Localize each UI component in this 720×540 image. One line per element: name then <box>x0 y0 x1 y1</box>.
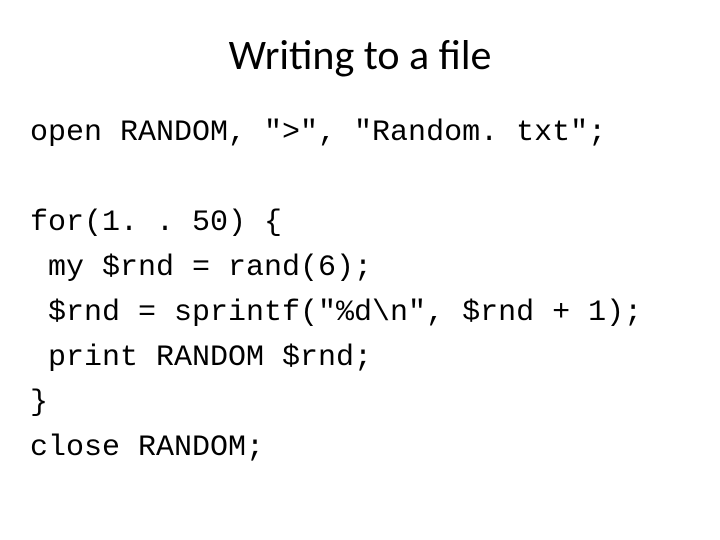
code-line: my $rnd = rand(6); <box>30 251 372 285</box>
slide: Writing to a file open RANDOM, ">", "Ran… <box>0 0 720 540</box>
code-line: } <box>30 386 48 420</box>
slide-title: Writing to a file <box>30 30 690 81</box>
code-line: close RANDOM; <box>30 431 264 465</box>
code-block: open RANDOM, ">", "Random. txt"; for(1. … <box>30 111 690 471</box>
code-line: $rnd = sprintf("%d\n", $rnd + 1); <box>30 296 642 330</box>
code-line: for(1. . 50) { <box>30 206 282 240</box>
code-line: print RANDOM $rnd; <box>30 341 372 375</box>
code-line: open RANDOM, ">", "Random. txt"; <box>30 116 606 150</box>
